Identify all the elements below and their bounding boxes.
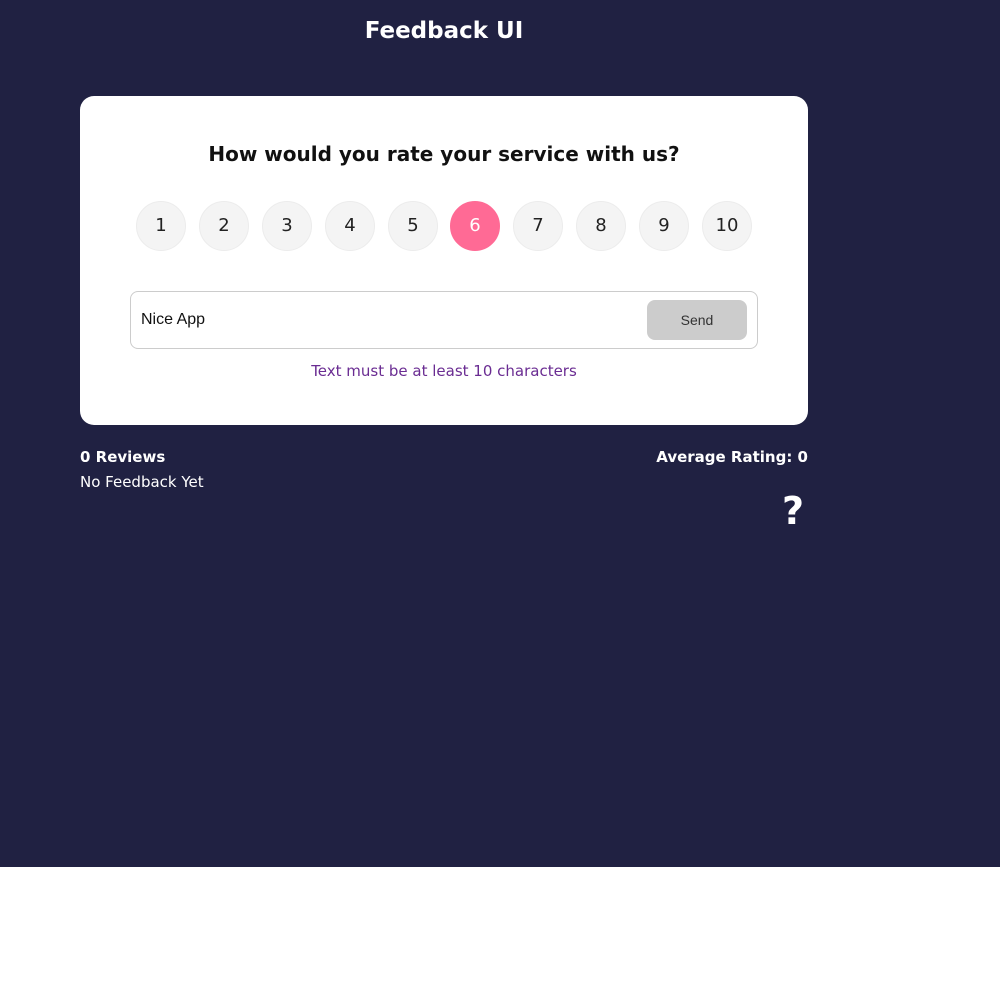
empty-feedback-message: No Feedback Yet bbox=[80, 473, 204, 491]
rating-option-10[interactable]: 10 bbox=[702, 201, 752, 251]
rating-option-3[interactable]: 3 bbox=[262, 201, 312, 251]
rating-option-5[interactable]: 5 bbox=[388, 201, 438, 251]
send-button[interactable]: Send bbox=[647, 300, 747, 340]
rating-option-6[interactable]: 6 bbox=[450, 201, 500, 251]
rating-question: How would you rate your service with us? bbox=[208, 142, 680, 166]
rating-option-1[interactable]: 1 bbox=[136, 201, 186, 251]
rating-option-7[interactable]: 7 bbox=[513, 201, 563, 251]
review-count: 0 Reviews bbox=[80, 448, 166, 466]
average-rating: Average Rating: 0 bbox=[656, 448, 808, 466]
rating-option-8[interactable]: 8 bbox=[576, 201, 626, 251]
validation-message: Text must be at least 10 characters bbox=[311, 362, 577, 380]
review-input-group: Send bbox=[130, 291, 758, 349]
rating-option-4[interactable]: 4 bbox=[325, 201, 375, 251]
question-mark-icon[interactable]: ? bbox=[776, 489, 810, 533]
rating-options: 1 2 3 4 5 6 7 8 9 10 bbox=[136, 201, 756, 251]
page-title: Feedback UI bbox=[364, 18, 524, 44]
rating-option-2[interactable]: 2 bbox=[199, 201, 249, 251]
review-text-input[interactable] bbox=[141, 304, 631, 336]
rating-option-9[interactable]: 9 bbox=[639, 201, 689, 251]
